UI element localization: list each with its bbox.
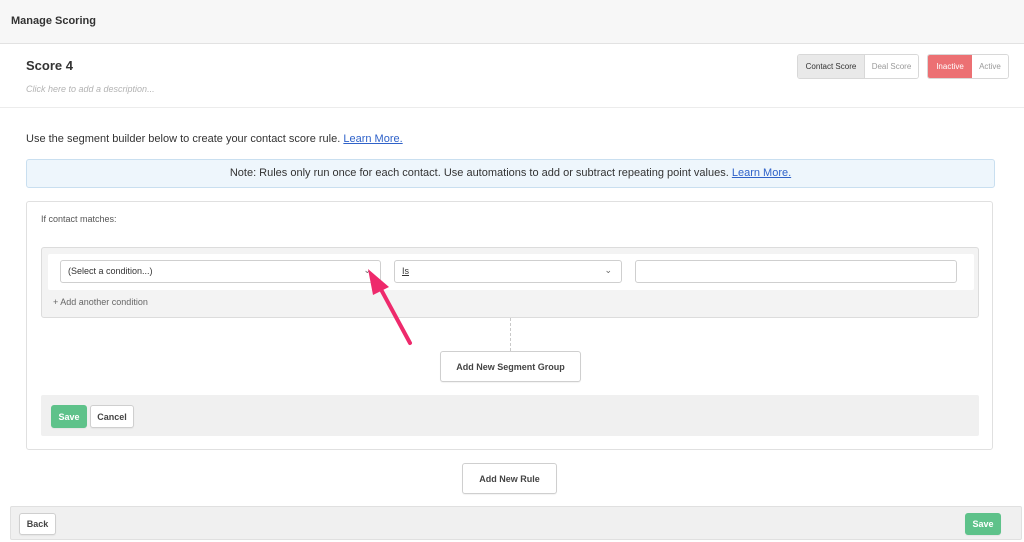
operator-select[interactable]: Is ⌄: [394, 260, 622, 283]
cancel-button[interactable]: Cancel: [90, 405, 134, 428]
active-option[interactable]: Active: [972, 55, 1008, 78]
chevron-down-icon: ⌄: [363, 265, 371, 275]
status-toggle: Inactive Active: [927, 54, 1009, 79]
note-banner: Note: Rules only run once for each conta…: [26, 159, 995, 188]
rule-action-bar: Save Cancel: [41, 395, 979, 436]
condition-value-input[interactable]: [635, 260, 957, 283]
condition-select[interactable]: (Select a condition...) ⌄: [60, 260, 381, 283]
operator-select-value: Is: [402, 266, 410, 276]
intro-learn-more-link[interactable]: Learn More.: [343, 133, 402, 145]
condition-row: (Select a condition...) ⌄ Is ⌄: [48, 254, 974, 290]
back-button[interactable]: Back: [19, 513, 56, 535]
note-text: Note: Rules only run once for each conta…: [229, 167, 732, 179]
add-rule-button[interactable]: Add New Rule: [462, 463, 557, 494]
score-type-toggle: Contact Score Deal Score: [797, 54, 919, 79]
add-segment-group-button[interactable]: Add New Segment Group: [440, 351, 581, 382]
add-condition-link[interactable]: + Add another condition: [53, 297, 148, 307]
inactive-option[interactable]: Inactive: [928, 55, 972, 78]
top-bar: Manage Scoring: [0, 0, 1024, 44]
match-label: If contact matches:: [41, 214, 117, 224]
note-learn-more-link[interactable]: Learn More.: [732, 167, 791, 179]
score-name[interactable]: Score 4: [26, 58, 73, 73]
footer-bar: Back Save: [10, 506, 1022, 540]
score-header: Score 4 Click here to add a description.…: [0, 44, 1024, 108]
score-description-field[interactable]: Click here to add a description...: [26, 84, 155, 94]
intro-text-body: Use the segment builder below to create …: [26, 133, 344, 145]
condition-select-value: (Select a condition...): [68, 266, 153, 276]
save-button[interactable]: Save: [965, 513, 1001, 535]
intro-text: Use the segment builder below to create …: [26, 133, 403, 145]
contact-score-option[interactable]: Contact Score: [798, 55, 865, 78]
group-connector: [510, 318, 511, 351]
rule-builder: If contact matches: (Select a condition.…: [26, 201, 993, 450]
chevron-down-icon: ⌄: [604, 265, 612, 275]
segment-group: (Select a condition...) ⌄ Is ⌄ + Add ano…: [41, 247, 979, 318]
deal-score-option[interactable]: Deal Score: [865, 55, 918, 78]
page-title: Manage Scoring: [11, 15, 96, 27]
save-rule-button[interactable]: Save: [51, 405, 87, 428]
